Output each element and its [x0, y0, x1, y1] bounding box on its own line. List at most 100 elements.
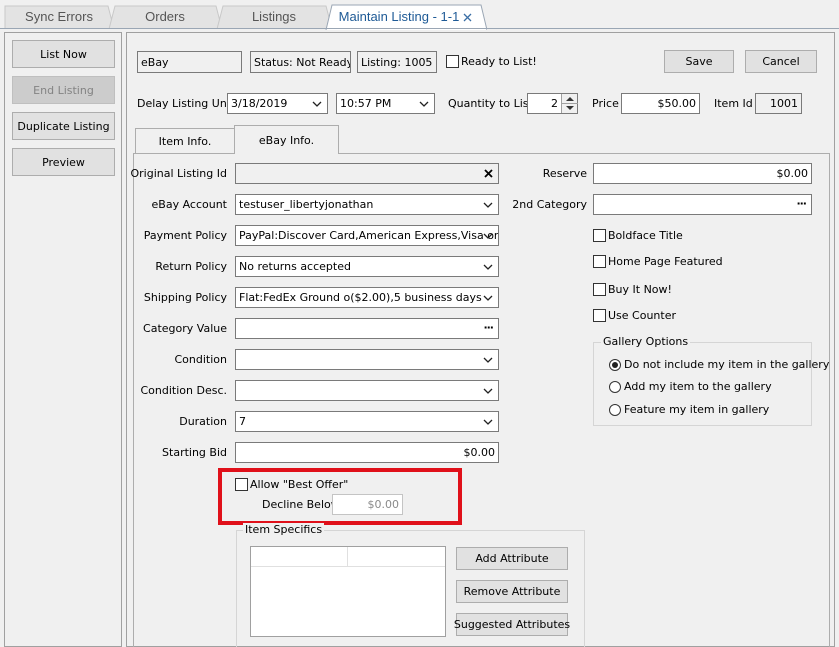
listing-number-field: Listing: 1005 — [357, 51, 437, 73]
gallery-option-label: Do not include my item in the gallery — [624, 358, 830, 371]
gallery-option-radio-none[interactable] — [609, 359, 621, 371]
chevron-down-icon — [483, 388, 493, 394]
gallery-option-label: Feature my item in gallery — [624, 403, 770, 416]
item-id-field: 1001 — [755, 93, 802, 114]
condition-dropdown[interactable] — [235, 349, 499, 370]
quantity-value: 2 — [551, 97, 558, 110]
ready-to-list-label: Ready to List! — [461, 55, 537, 68]
add-attribute-button[interactable]: Add Attribute — [456, 547, 568, 570]
gallery-option-label: Add my item to the gallery — [624, 380, 772, 393]
condition-desc-label: Condition Desc. — [140, 384, 227, 397]
subtab-ebay-info[interactable]: eBay Info. — [234, 125, 339, 154]
starting-bid-value: $0.00 — [463, 446, 496, 459]
item-id-label: Item Id — [714, 97, 753, 110]
original-listing-id-field[interactable] — [235, 163, 499, 184]
delay-time-value: 10:57 PM — [340, 97, 392, 110]
duration-dropdown[interactable]: 7 — [235, 411, 499, 432]
starting-bid-label: Starting Bid — [162, 446, 227, 459]
tab-orders[interactable]: Orders — [108, 3, 222, 29]
subtab-item-info[interactable]: Item Info. — [135, 128, 235, 153]
tab-orders-label: Orders — [145, 8, 185, 24]
chevron-down-icon — [483, 419, 493, 425]
reserve-input[interactable]: $0.00 — [593, 163, 812, 184]
browse-ellipsis-icon[interactable]: ··· — [796, 197, 807, 210]
price-value: $50.00 — [657, 97, 697, 110]
duplicate-listing-label: Duplicate Listing — [17, 119, 110, 133]
close-icon[interactable] — [463, 13, 472, 22]
return-policy-label: Return Policy — [155, 260, 227, 273]
shipping-policy-dropdown[interactable]: Flat:FedEx Ground o($2.00),5 business da… — [235, 287, 499, 308]
payment-policy-dropdown[interactable]: PayPal:Discover Card,American Express,Vi… — [235, 225, 499, 246]
quantity-spinner[interactable] — [561, 94, 578, 113]
delay-date-value: 3/18/2019 — [231, 97, 288, 110]
tab-strip-divider — [0, 28, 839, 29]
table-column-divider — [347, 547, 348, 566]
gallery-options-title: Gallery Options — [601, 335, 691, 348]
suggested-attributes-label: Suggested Attributes — [453, 618, 571, 631]
price-label: Price — [592, 97, 619, 110]
quantity-label: Quantity to List — [448, 97, 533, 110]
browse-ellipsis-icon[interactable]: ··· — [483, 321, 494, 334]
ready-to-list-checkbox[interactable] — [446, 55, 459, 68]
cancel-label: Cancel — [762, 55, 800, 68]
condition-label: Condition — [174, 353, 228, 366]
return-policy-dropdown[interactable]: No returns accepted — [235, 256, 499, 277]
buy-it-now-checkbox[interactable] — [593, 283, 606, 296]
condition-desc-dropdown[interactable] — [235, 380, 499, 401]
use-counter-checkbox[interactable] — [593, 309, 606, 322]
save-label: Save — [685, 55, 713, 68]
tab-listings-label: Listings — [251, 8, 297, 24]
end-listing-button[interactable]: End Listing — [12, 76, 115, 104]
item-id-value: 1001 — [770, 97, 798, 110]
home-page-featured-checkbox[interactable] — [593, 255, 606, 268]
category-value-field[interactable]: ··· — [235, 318, 499, 339]
list-now-button[interactable]: List Now — [12, 40, 115, 68]
remove-attribute-button[interactable]: Remove Attribute — [456, 580, 568, 603]
add-attribute-label: Add Attribute — [475, 552, 549, 565]
second-category-field[interactable]: ··· — [593, 194, 812, 215]
tab-sync-errors[interactable]: Sync Errors — [4, 3, 114, 29]
boldface-title-label: Boldface Title — [608, 229, 683, 242]
tab-maintain-listing[interactable]: Maintain Listing - 1-1 — [325, 3, 487, 30]
cancel-button[interactable]: Cancel — [745, 50, 817, 73]
end-listing-label: End Listing — [33, 83, 94, 97]
chevron-down-icon — [483, 202, 493, 208]
listing-number-value: Listing: 1005 — [361, 55, 433, 69]
duration-value: 7 — [239, 415, 246, 428]
preview-label: Preview — [42, 155, 85, 169]
marketplace-field: eBay — [137, 51, 242, 73]
chevron-down-icon — [483, 233, 493, 239]
shipping-policy-value: Flat:FedEx Ground o($2.00),5 business da… — [239, 291, 482, 304]
delay-date-picker[interactable]: 3/18/2019 — [227, 93, 328, 114]
duration-label: Duration — [179, 415, 227, 428]
preview-button[interactable]: Preview — [12, 148, 115, 176]
item-specifics-title: Item Specifics — [243, 523, 325, 536]
buy-it-now-label: Buy It Now! — [608, 283, 672, 296]
duplicate-listing-button[interactable]: Duplicate Listing — [12, 112, 115, 140]
use-counter-label: Use Counter — [608, 309, 677, 322]
chevron-down-icon — [483, 264, 493, 270]
gallery-option-radio-feature[interactable] — [609, 404, 621, 416]
starting-bid-input[interactable]: $0.00 — [235, 442, 499, 463]
chevron-down-icon — [483, 357, 493, 363]
highlight-box — [218, 468, 462, 525]
list-now-label: List Now — [40, 47, 87, 61]
delay-time-picker[interactable]: 10:57 PM — [336, 93, 435, 114]
reserve-label: Reserve — [542, 167, 587, 180]
home-page-featured-label: Home Page Featured — [608, 255, 723, 268]
chevron-down-icon — [312, 101, 322, 107]
save-button[interactable]: Save — [664, 50, 734, 73]
subtab-ebay-info-label: eBay Info. — [258, 133, 315, 147]
suggested-attributes-button[interactable]: Suggested Attributes — [453, 613, 571, 636]
gallery-option-radio-add[interactable] — [609, 381, 621, 393]
clear-icon[interactable] — [484, 169, 493, 178]
spinner-arrows-icon — [562, 97, 578, 110]
tab-listings[interactable]: Listings — [216, 3, 332, 29]
chevron-down-icon — [483, 295, 493, 301]
price-input[interactable]: $50.00 — [621, 93, 700, 114]
item-specifics-table[interactable] — [250, 546, 446, 637]
shipping-policy-label: Shipping Policy — [143, 291, 227, 304]
ebay-account-dropdown[interactable]: testuser_libertyjonathan — [235, 194, 499, 215]
second-category-label: 2nd Category — [512, 198, 587, 211]
boldface-title-checkbox[interactable] — [593, 229, 606, 242]
